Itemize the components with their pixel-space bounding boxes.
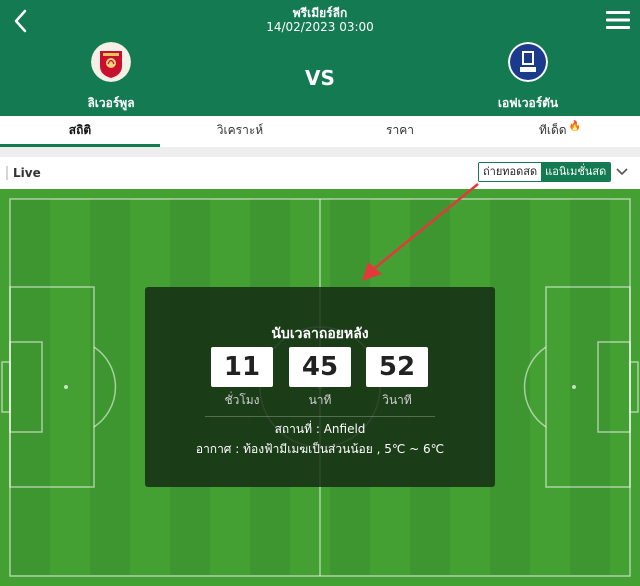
live-broadcast-option[interactable]: ถ่ายทอดสด	[479, 163, 542, 181]
seconds-label: วินาที	[382, 393, 412, 407]
everton-crest-icon	[508, 42, 548, 82]
live-animation-option[interactable]: แอนิเมชั่นสด	[541, 163, 611, 181]
weather-text: อากาศ : ท้องฟ้ามีเมฆเป็นส่วนน้อย , 5℃ ~ …	[195, 442, 445, 456]
live-label: Live	[13, 166, 41, 180]
tab-analysis-label: วิเคราะห์	[216, 123, 264, 137]
tab-tips-label: ทีเด็ด	[538, 123, 567, 137]
tab-separator	[0, 147, 640, 157]
chevron-down-icon[interactable]	[615, 166, 629, 178]
countdown-hours: 11 ชั่วโมง	[211, 347, 273, 410]
tab-odds-label: ราคา	[386, 123, 414, 137]
countdown-seconds: 52 วินาที	[366, 347, 428, 410]
seconds-value: 52	[366, 347, 428, 387]
hours-label: ชั่วโมง	[224, 393, 260, 407]
live-accent-bar	[6, 166, 8, 180]
minutes-label: นาที	[308, 393, 332, 407]
away-team-name: เอฟเวอร์ตัน	[497, 96, 559, 110]
hours-value: 11	[211, 347, 273, 387]
countdown-title: นับเวลาถอยหลัง	[271, 326, 369, 342]
live-bar: Live ถ่ายทอดสด แอนิเมชั่นสด	[0, 157, 640, 189]
tab-stats-label: สถิติ	[68, 123, 92, 137]
home-team-name: ลิเวอร์พูล	[87, 96, 135, 110]
countdown-card: นับเวลาถอยหลัง 11 ชั่วโมง 45 นาที 52 วิน…	[145, 287, 495, 487]
hamburger-menu-icon[interactable]	[606, 10, 630, 30]
countdown-minutes: 45 นาที	[289, 347, 351, 410]
venue-text: สถานที่ : Anfield	[274, 422, 366, 436]
away-team[interactable]: เอฟเวอร์ตัน	[468, 42, 588, 113]
card-divider	[205, 416, 435, 417]
live-mode-toggle[interactable]: ถ่ายทอดสด แอนิเมชั่นสด	[478, 162, 612, 182]
match-datetime: 14/02/2023 03:00	[266, 20, 374, 34]
tab-odds[interactable]: ราคา	[320, 116, 480, 147]
tab-analysis[interactable]: วิเคราะห์	[160, 116, 320, 147]
match-header: พรีเมียร์ลีก 14/02/2023 03:00 ลิเวอร์พูล…	[0, 0, 640, 116]
fire-icon: 🔥	[568, 121, 582, 132]
tab-stats[interactable]: สถิติ	[0, 116, 160, 147]
tab-tips[interactable]: ทีเด็ด 🔥	[480, 116, 640, 147]
minutes-value: 45	[289, 347, 351, 387]
tab-bar: สถิติ วิเคราะห์ ราคา ทีเด็ด 🔥	[0, 116, 640, 147]
